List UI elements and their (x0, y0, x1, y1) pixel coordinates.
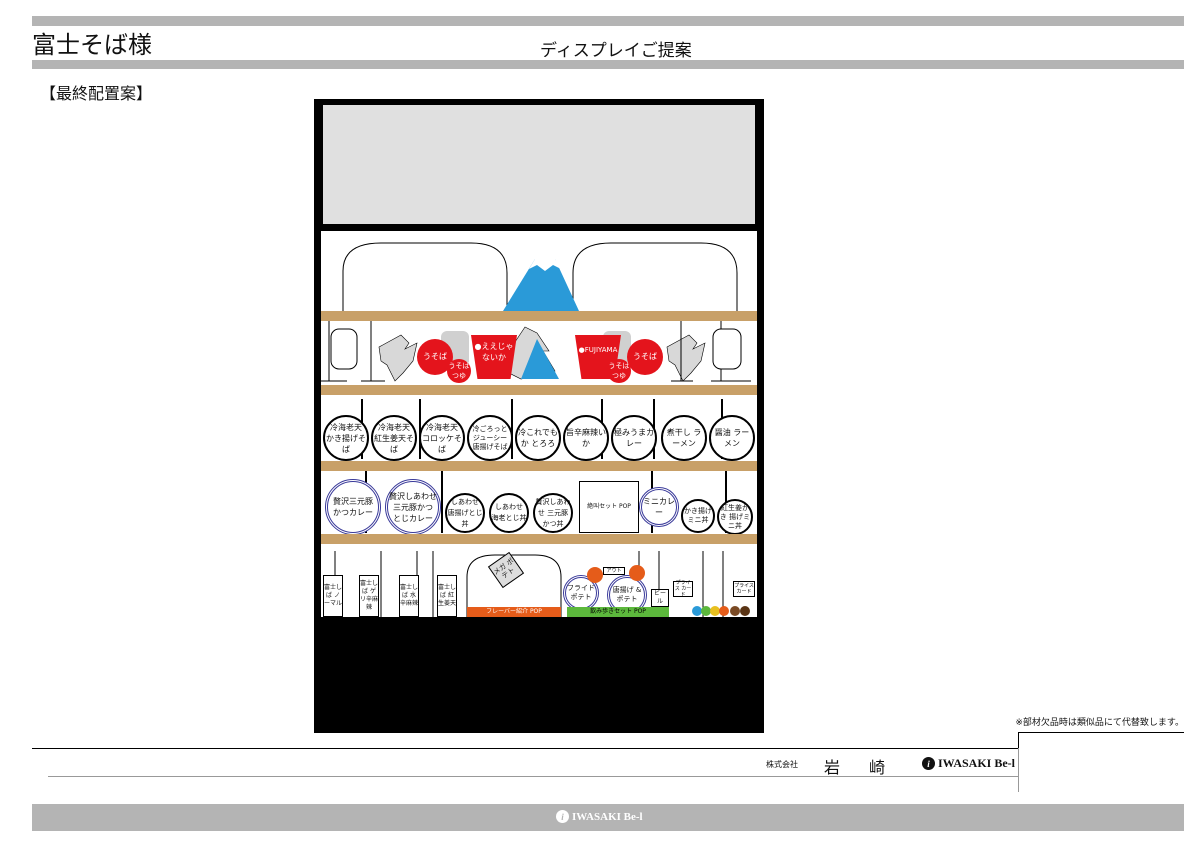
footer-rule (32, 748, 1018, 749)
stand-pole (441, 471, 443, 533)
nomi-pop: 飲み歩きセット POP (567, 607, 669, 617)
menu-plate: 冷海老天 紅生姜天そば (371, 415, 417, 461)
soba-card: 富士しば 水辛麻辣 (399, 575, 419, 617)
dome-right (572, 242, 738, 311)
menu-plate: 紅生姜かき 揚げミニ丼 (717, 499, 753, 535)
out-card: アウト (603, 567, 625, 575)
top-bar (32, 16, 1184, 26)
price-card-1: プライス カード (673, 580, 693, 598)
title-underline-bar (32, 60, 1184, 69)
pop-set-card: 絶叫セット POP (579, 481, 639, 533)
menu-plate: しあわせ 海老とじ丼 (489, 493, 529, 533)
menu-plate: 贅沢しあわせ 三元豚かつ丼 (533, 493, 573, 533)
soba-card: 富士しば 紅生姜天 (437, 575, 457, 617)
sauce-bottles-icon (692, 606, 750, 616)
menu-plate: 極みうまカレー (611, 415, 657, 461)
footer-rule-top (1018, 732, 1184, 733)
cabinet-header-panel (323, 105, 755, 224)
eejanaika-cup: ●ええじゃないか (471, 335, 517, 379)
tier2-decor (321, 321, 751, 382)
menu-plate: 贅沢三元豚 かつカレー (325, 479, 381, 535)
shelf-2 (321, 385, 757, 395)
cabinet-interior: うそば うそば つゆ ●ええじゃないか ●FUJIYAMA うそば つゆ うそば… (321, 231, 757, 617)
soba-sign-2: うそば (627, 339, 663, 375)
beer-card: ビール (651, 589, 669, 607)
company-type: 株式会社 (766, 760, 798, 769)
orange-dot (587, 567, 603, 583)
tsuyu-sign-1: うそば つゆ (447, 359, 471, 383)
document-title: ディスプレイご提案 (540, 41, 692, 61)
section-title: 【最終配置案】 (40, 84, 153, 103)
menu-plate: しあわせ 唐揚げとじ丼 (445, 493, 485, 533)
shelf-1 (321, 311, 757, 321)
shelf-4 (321, 534, 757, 544)
menu-plate: 冷海老天 かき揚げそば (323, 415, 369, 461)
menu-plate: ミニカレー (639, 487, 679, 527)
tier1-decor (342, 242, 738, 311)
orange-dot (629, 565, 645, 581)
brand-logo-icon: i (922, 757, 935, 770)
substitution-note: ※部材欠品時は類似品にて代替致します。 (1015, 718, 1184, 728)
menu-plate: 贅沢しあわせ 三元豚かつ とじカレー (385, 479, 441, 535)
company-name: 岩 崎 (824, 758, 898, 777)
brand-logo: i IWASAKI Be-l (922, 756, 1015, 771)
menu-plate: 冷ごろっと ジューシー 唐揚げそば (467, 415, 513, 461)
price-card-2: プライス カード (733, 581, 755, 597)
footer-divider (1018, 748, 1019, 792)
bottom-brand-logo: i IWASAKI Be-l (556, 810, 643, 823)
menu-plate: 冷海老天 コロッケそば (419, 415, 465, 461)
brand-name: IWASAKI Be-l (938, 756, 1016, 770)
shelf-3 (321, 461, 757, 471)
menu-plate: 醤油 ラーメン (709, 415, 755, 461)
bottom-brand-name: IWASAKI Be-l (572, 810, 643, 823)
soba-card: 富士しば ノーマル (323, 575, 343, 617)
menu-plate: 冷これでもか とろろ (515, 415, 561, 461)
menu-plate: 煮干し ラーメン (661, 415, 707, 461)
bottom-brand-logo-icon: i (556, 810, 569, 823)
menu-plate: 旨辛麻辣いか (563, 415, 609, 461)
menu-plate: かき揚げ ミニ丼 (681, 499, 715, 533)
client-name: 富士そば様 (32, 31, 152, 59)
flavor-pop: フレーバー紹介 POP (467, 607, 561, 617)
dome-left (342, 242, 508, 311)
display-cabinet: うそば うそば つゆ ●ええじゃないか ●FUJIYAMA うそば つゆ うそば… (314, 99, 764, 733)
soba-card: 富士しば ゲリ辛麻辣 (359, 575, 379, 617)
footer-rule-step (1018, 732, 1019, 748)
